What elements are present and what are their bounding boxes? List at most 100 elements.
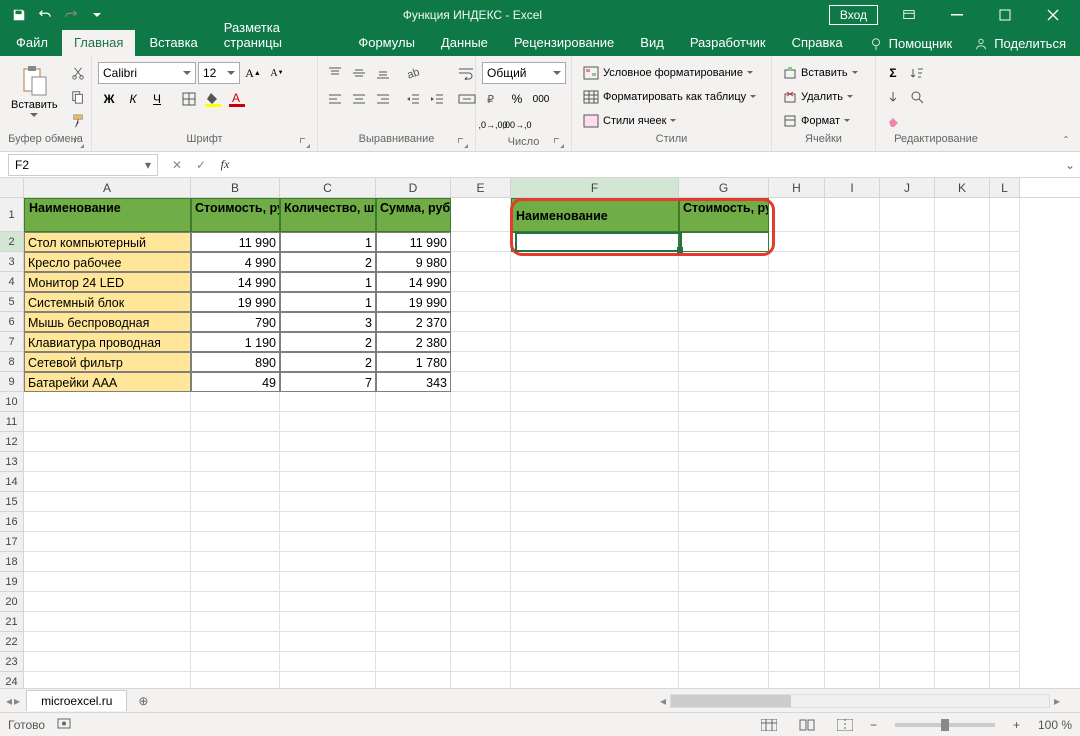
cell[interactable] [825,352,880,372]
cell[interactable] [376,432,451,452]
conditional-formatting-button[interactable]: Условное форматирование [578,62,761,84]
col-header[interactable]: D [376,178,451,197]
normal-view-icon[interactable] [756,716,782,734]
cell[interactable] [935,452,990,472]
row-header[interactable]: 23 [0,652,24,672]
table-header[interactable]: Сумма, руб. [376,198,451,232]
cell[interactable] [825,452,880,472]
macro-record-icon[interactable] [57,716,71,733]
cell[interactable] [511,552,679,572]
cell[interactable] [880,512,935,532]
decrease-indent-icon[interactable] [402,88,424,110]
cell[interactable]: 790 [191,312,280,332]
cell[interactable] [451,492,511,512]
cell[interactable] [769,292,825,312]
tab-formulas[interactable]: Формулы [346,30,427,56]
cell[interactable] [451,652,511,672]
cell[interactable] [825,632,880,652]
cell[interactable] [451,332,511,352]
cell[interactable] [376,612,451,632]
cell[interactable] [880,292,935,312]
cell[interactable] [511,492,679,512]
cell[interactable] [990,572,1020,592]
cell[interactable] [990,512,1020,532]
cell[interactable] [24,612,191,632]
cell[interactable] [451,452,511,472]
col-header[interactable]: J [880,178,935,197]
cell[interactable] [376,572,451,592]
cell[interactable]: Монитор 24 LED [24,272,191,292]
cell[interactable] [880,198,935,232]
cell[interactable] [451,412,511,432]
cell[interactable] [935,432,990,452]
cell[interactable] [191,632,280,652]
row-header[interactable]: 6 [0,312,24,332]
row-header[interactable]: 14 [0,472,24,492]
orientation-icon[interactable]: ab [402,62,424,84]
sheet-nav-prev-icon[interactable]: ◂ [6,694,12,708]
cell[interactable] [990,232,1020,252]
cell[interactable] [935,472,990,492]
cell[interactable] [24,512,191,532]
cell[interactable]: 19 990 [376,292,451,312]
accounting-icon[interactable]: ₽ [482,88,504,110]
row-header[interactable]: 21 [0,612,24,632]
cell[interactable] [769,572,825,592]
cell[interactable] [935,552,990,572]
cell[interactable] [935,272,990,292]
cell[interactable] [769,232,825,252]
cell[interactable] [880,412,935,432]
dialog-launcher-icon[interactable] [299,137,311,149]
col-header[interactable]: F [511,178,679,197]
cell[interactable] [990,532,1020,552]
cell[interactable] [990,672,1020,688]
comma-icon[interactable]: 000 [530,88,552,110]
zoom-level[interactable]: 100 % [1038,718,1072,732]
cell[interactable] [825,432,880,452]
col-header[interactable]: E [451,178,511,197]
cell[interactable] [679,272,769,292]
cell[interactable] [280,392,376,412]
cell[interactable] [191,652,280,672]
cell[interactable] [935,198,990,232]
cell[interactable] [511,392,679,412]
fx-icon[interactable]: fx [214,154,236,176]
cell[interactable] [769,352,825,372]
shrink-font-icon[interactable]: A▼ [266,62,288,84]
row-header[interactable]: 4 [0,272,24,292]
cell[interactable] [769,492,825,512]
cell[interactable] [24,632,191,652]
tab-insert[interactable]: Вставка [137,30,209,56]
cell[interactable] [679,232,769,252]
row-header[interactable]: 19 [0,572,24,592]
find-icon[interactable] [906,86,928,108]
row-header[interactable]: 5 [0,292,24,312]
row-header[interactable]: 15 [0,492,24,512]
cell[interactable] [280,452,376,472]
cell[interactable] [935,612,990,632]
cell[interactable] [24,552,191,572]
cell[interactable] [825,472,880,492]
cell[interactable] [24,452,191,472]
cell[interactable] [825,492,880,512]
cell[interactable] [769,472,825,492]
increase-indent-icon[interactable] [426,88,448,110]
cell[interactable] [376,652,451,672]
col-header[interactable]: G [679,178,769,197]
bold-icon[interactable]: Ж [98,88,120,110]
cell[interactable] [280,612,376,632]
cell[interactable]: 343 [376,372,451,392]
row-header[interactable]: 12 [0,432,24,452]
cell[interactable] [451,312,511,332]
cell[interactable] [990,372,1020,392]
cell[interactable] [769,632,825,652]
cell[interactable] [24,532,191,552]
page-layout-view-icon[interactable] [794,716,820,734]
cell[interactable] [24,472,191,492]
cell[interactable] [191,492,280,512]
cell[interactable] [935,412,990,432]
cell[interactable] [935,352,990,372]
cell[interactable] [679,352,769,372]
delete-cells-button[interactable]: Удалить [778,86,863,108]
cell[interactable] [191,452,280,472]
